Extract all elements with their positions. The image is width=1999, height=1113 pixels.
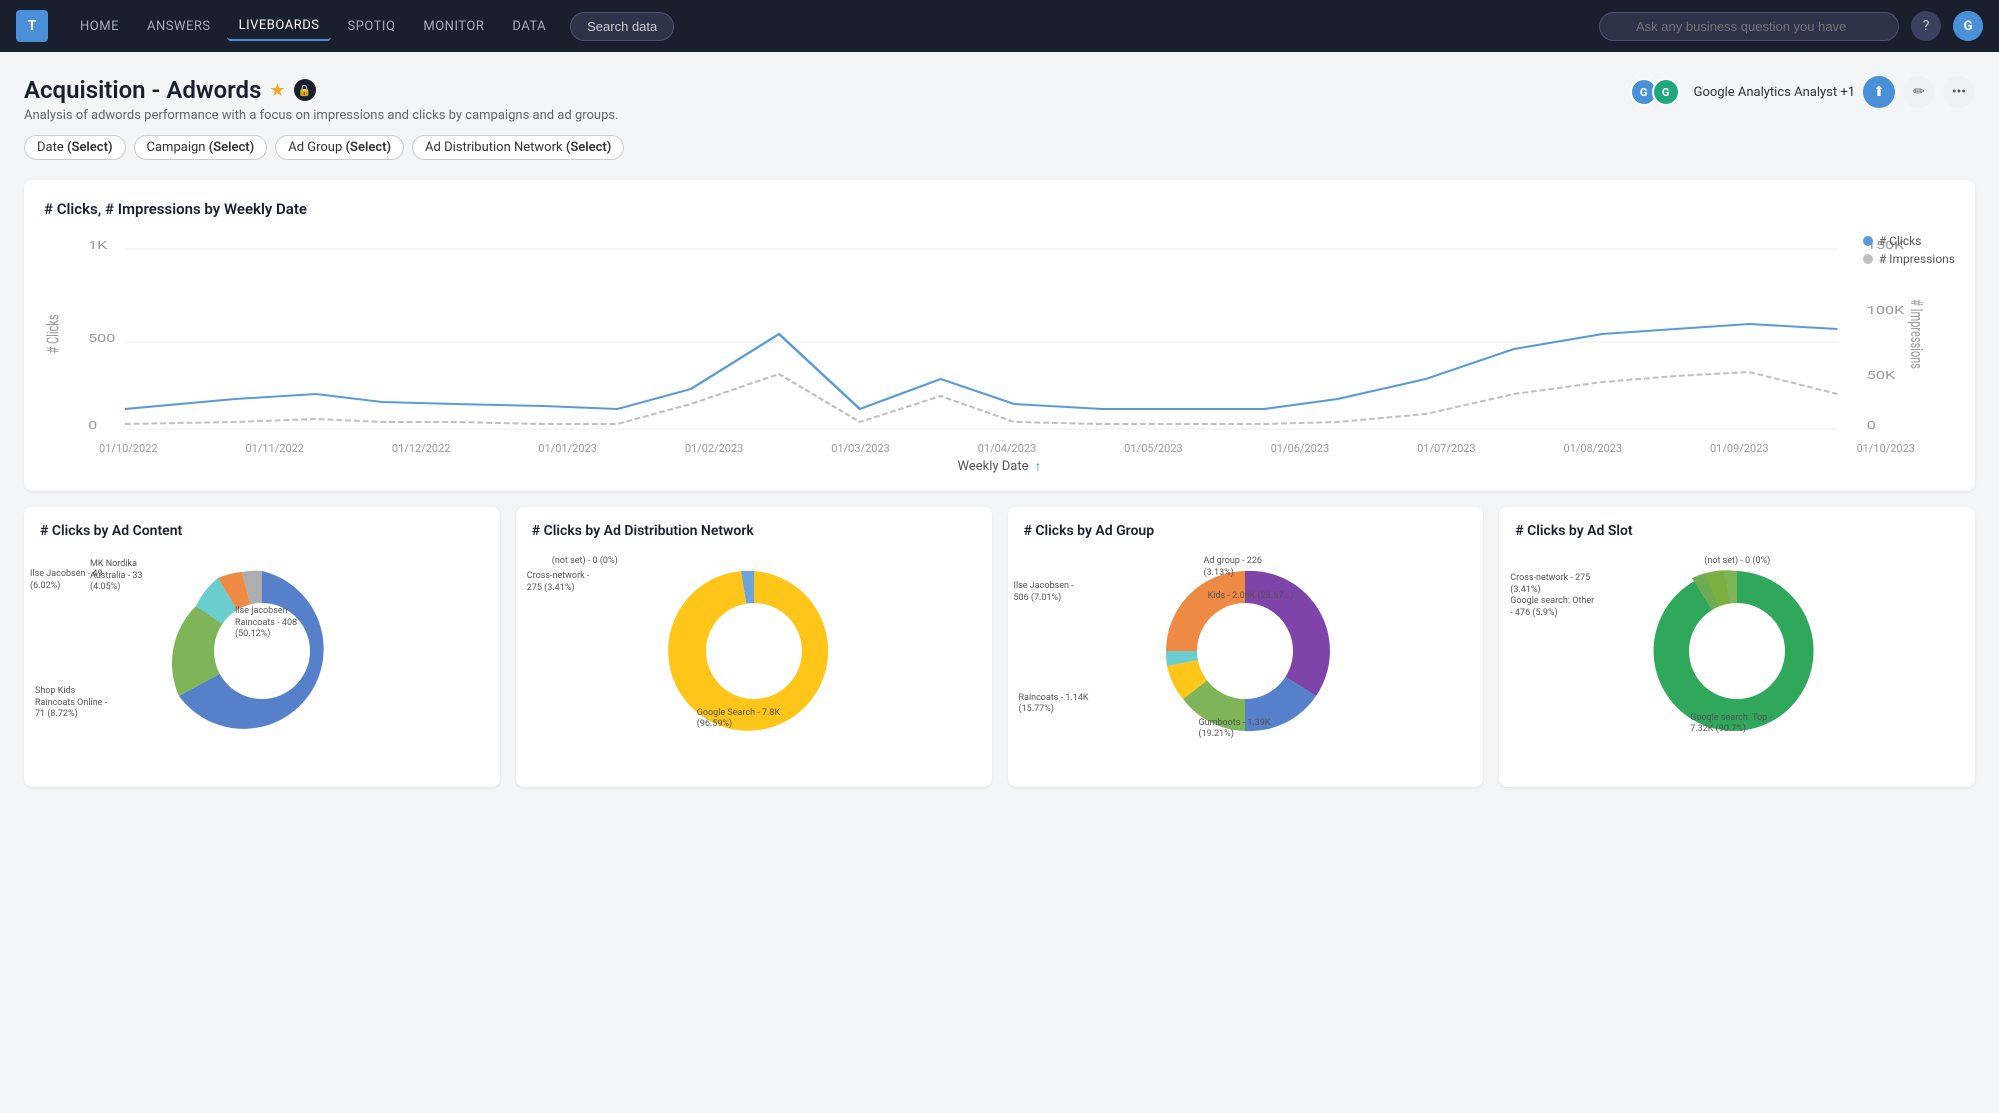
legend-dot-impressions bbox=[1863, 254, 1873, 264]
donut-title-ad-slot: # Clicks by Ad Slot bbox=[1515, 523, 1959, 539]
nav-data[interactable]: DATA bbox=[500, 13, 558, 40]
nav-spotiq[interactable]: SPOTIQ bbox=[335, 13, 407, 40]
legend-impressions: # Impressions bbox=[1863, 252, 1955, 266]
donut-title-ad-content: # Clicks by Ad Content bbox=[40, 523, 484, 539]
donut-card-ad-slot: # Clicks by Ad Slot (not set) - 0 (0%) C… bbox=[1499, 507, 1975, 787]
donut-card-ad-group: # Clicks by Ad Group bbox=[1008, 507, 1484, 787]
filter-ad-distribution[interactable]: Ad Distribution Network (Select) bbox=[412, 135, 624, 160]
chart-legend: # Clicks # Impressions bbox=[1863, 234, 1955, 266]
donut-card-ad-distribution: # Clicks by Ad Distribution Network (not… bbox=[516, 507, 992, 787]
x-axis-label: Weekly Date bbox=[958, 459, 1029, 474]
main-line-chart-card: # Clicks, # Impressions by Weekly Date #… bbox=[24, 180, 1975, 491]
legend-clicks: # Clicks bbox=[1863, 234, 1955, 248]
legend-label-impressions: # Impressions bbox=[1879, 252, 1955, 266]
top-navigation: T HOME ANSWERS LIVEBOARDS SPOTIQ MONITOR… bbox=[0, 0, 1999, 52]
svg-text:0: 0 bbox=[88, 419, 97, 432]
filter-date[interactable]: Date (Select) bbox=[24, 135, 126, 160]
main-content: Acquisition - Adwords ★ 🔒 Analysis of ad… bbox=[0, 52, 1999, 811]
page-title-row: Acquisition - Adwords ★ 🔒 bbox=[24, 76, 619, 104]
share-button[interactable]: ⬆ bbox=[1863, 76, 1895, 108]
donut-title-ad-group: # Clicks by Ad Group bbox=[1024, 523, 1468, 539]
svg-text:1K: 1K bbox=[88, 239, 108, 252]
page-title: Acquisition - Adwords bbox=[24, 76, 261, 104]
nav-right-area: 🔍 ? G bbox=[1599, 11, 1983, 41]
svg-text:0: 0 bbox=[1867, 419, 1876, 432]
svg-text:# Impressions: # Impressions bbox=[1906, 299, 1925, 369]
donut-chart-ad-group: Ad group - 226 (3.13%) Ilse Jacobsen - 5… bbox=[1024, 551, 1468, 751]
line-chart-title: # Clicks, # Impressions by Weekly Date bbox=[44, 200, 1955, 218]
app-logo[interactable]: T bbox=[16, 10, 48, 42]
nav-monitor[interactable]: MONITOR bbox=[411, 13, 496, 40]
donut-chart-ad-distribution: (not set) - 0 (0%) Cross-network - 275 (… bbox=[532, 551, 976, 751]
svg-text:100K: 100K bbox=[1867, 304, 1905, 317]
nav-links: HOME ANSWERS LIVEBOARDS SPOTIQ MONITOR D… bbox=[68, 12, 1591, 41]
chart-x-labels: 01/10/2022 01/11/2022 01/12/2022 01/01/2… bbox=[44, 442, 1955, 455]
donut-title-ad-distribution: # Clicks by Ad Distribution Network bbox=[532, 523, 976, 539]
sort-direction-icon[interactable]: ↑ bbox=[1035, 458, 1042, 475]
legend-dot-clicks bbox=[1863, 236, 1873, 246]
page-title-section: Acquisition - Adwords ★ 🔒 Analysis of ad… bbox=[24, 76, 619, 123]
filter-chips-row: Date (Select) Campaign (Select) Ad Group… bbox=[24, 135, 1975, 160]
nav-answers[interactable]: ANSWERS bbox=[135, 13, 223, 40]
user-avatar-button[interactable]: G bbox=[1953, 11, 1983, 41]
favorite-star-icon[interactable]: ★ bbox=[269, 80, 285, 101]
edit-button[interactable]: ✏ bbox=[1903, 76, 1935, 108]
nav-liveboards[interactable]: LIVEBOARDS bbox=[227, 12, 332, 41]
svg-text:500: 500 bbox=[88, 332, 115, 345]
page-subtitle: Analysis of adwords performance with a f… bbox=[24, 108, 619, 123]
legend-label-clicks: # Clicks bbox=[1879, 234, 1922, 248]
svg-text:# Clicks: # Clicks bbox=[45, 315, 64, 354]
x-axis-label-row: Weekly Date ↑ bbox=[44, 458, 1955, 475]
lock-icon[interactable]: 🔒 bbox=[294, 79, 316, 101]
ask-question-input[interactable] bbox=[1599, 12, 1899, 41]
filter-ad-group[interactable]: Ad Group (Select) bbox=[275, 135, 404, 160]
more-options-button[interactable]: ••• bbox=[1943, 76, 1975, 108]
line-chart-svg: 1K 500 0 # Clicks 150K 100K 50K 0 # Impr… bbox=[44, 234, 1955, 434]
avatar-group: G G bbox=[1630, 78, 1680, 106]
filter-campaign[interactable]: Campaign (Select) bbox=[134, 135, 268, 160]
search-data-button[interactable]: Search data bbox=[570, 12, 674, 41]
analyst-label: Google Analytics Analyst +1 bbox=[1694, 85, 1855, 100]
svg-text:50K: 50K bbox=[1867, 369, 1896, 382]
line-chart-container: # Clicks # Impressions 1K 500 0 # Clicks… bbox=[44, 234, 1955, 454]
donut-chart-ad-slot: (not set) - 0 (0%) Cross-network - 275 (… bbox=[1515, 551, 1959, 751]
help-button[interactable]: ? bbox=[1911, 11, 1941, 41]
ask-bar-wrapper: 🔍 bbox=[1599, 12, 1899, 41]
nav-home[interactable]: HOME bbox=[68, 13, 131, 40]
avatar-g2[interactable]: G bbox=[1652, 78, 1680, 106]
donut-card-ad-content: # Clicks by Ad Content bbox=[24, 507, 500, 787]
donut-chart-ad-content: MK Nordika Australia - 33 (4.05%) Ilse J… bbox=[40, 551, 484, 751]
header-actions: G G Google Analytics Analyst +1 ⬆ ✏ ••• bbox=[1630, 76, 1975, 108]
donut-charts-grid: # Clicks by Ad Content bbox=[24, 507, 1975, 787]
page-header: Acquisition - Adwords ★ 🔒 Analysis of ad… bbox=[24, 76, 1975, 123]
